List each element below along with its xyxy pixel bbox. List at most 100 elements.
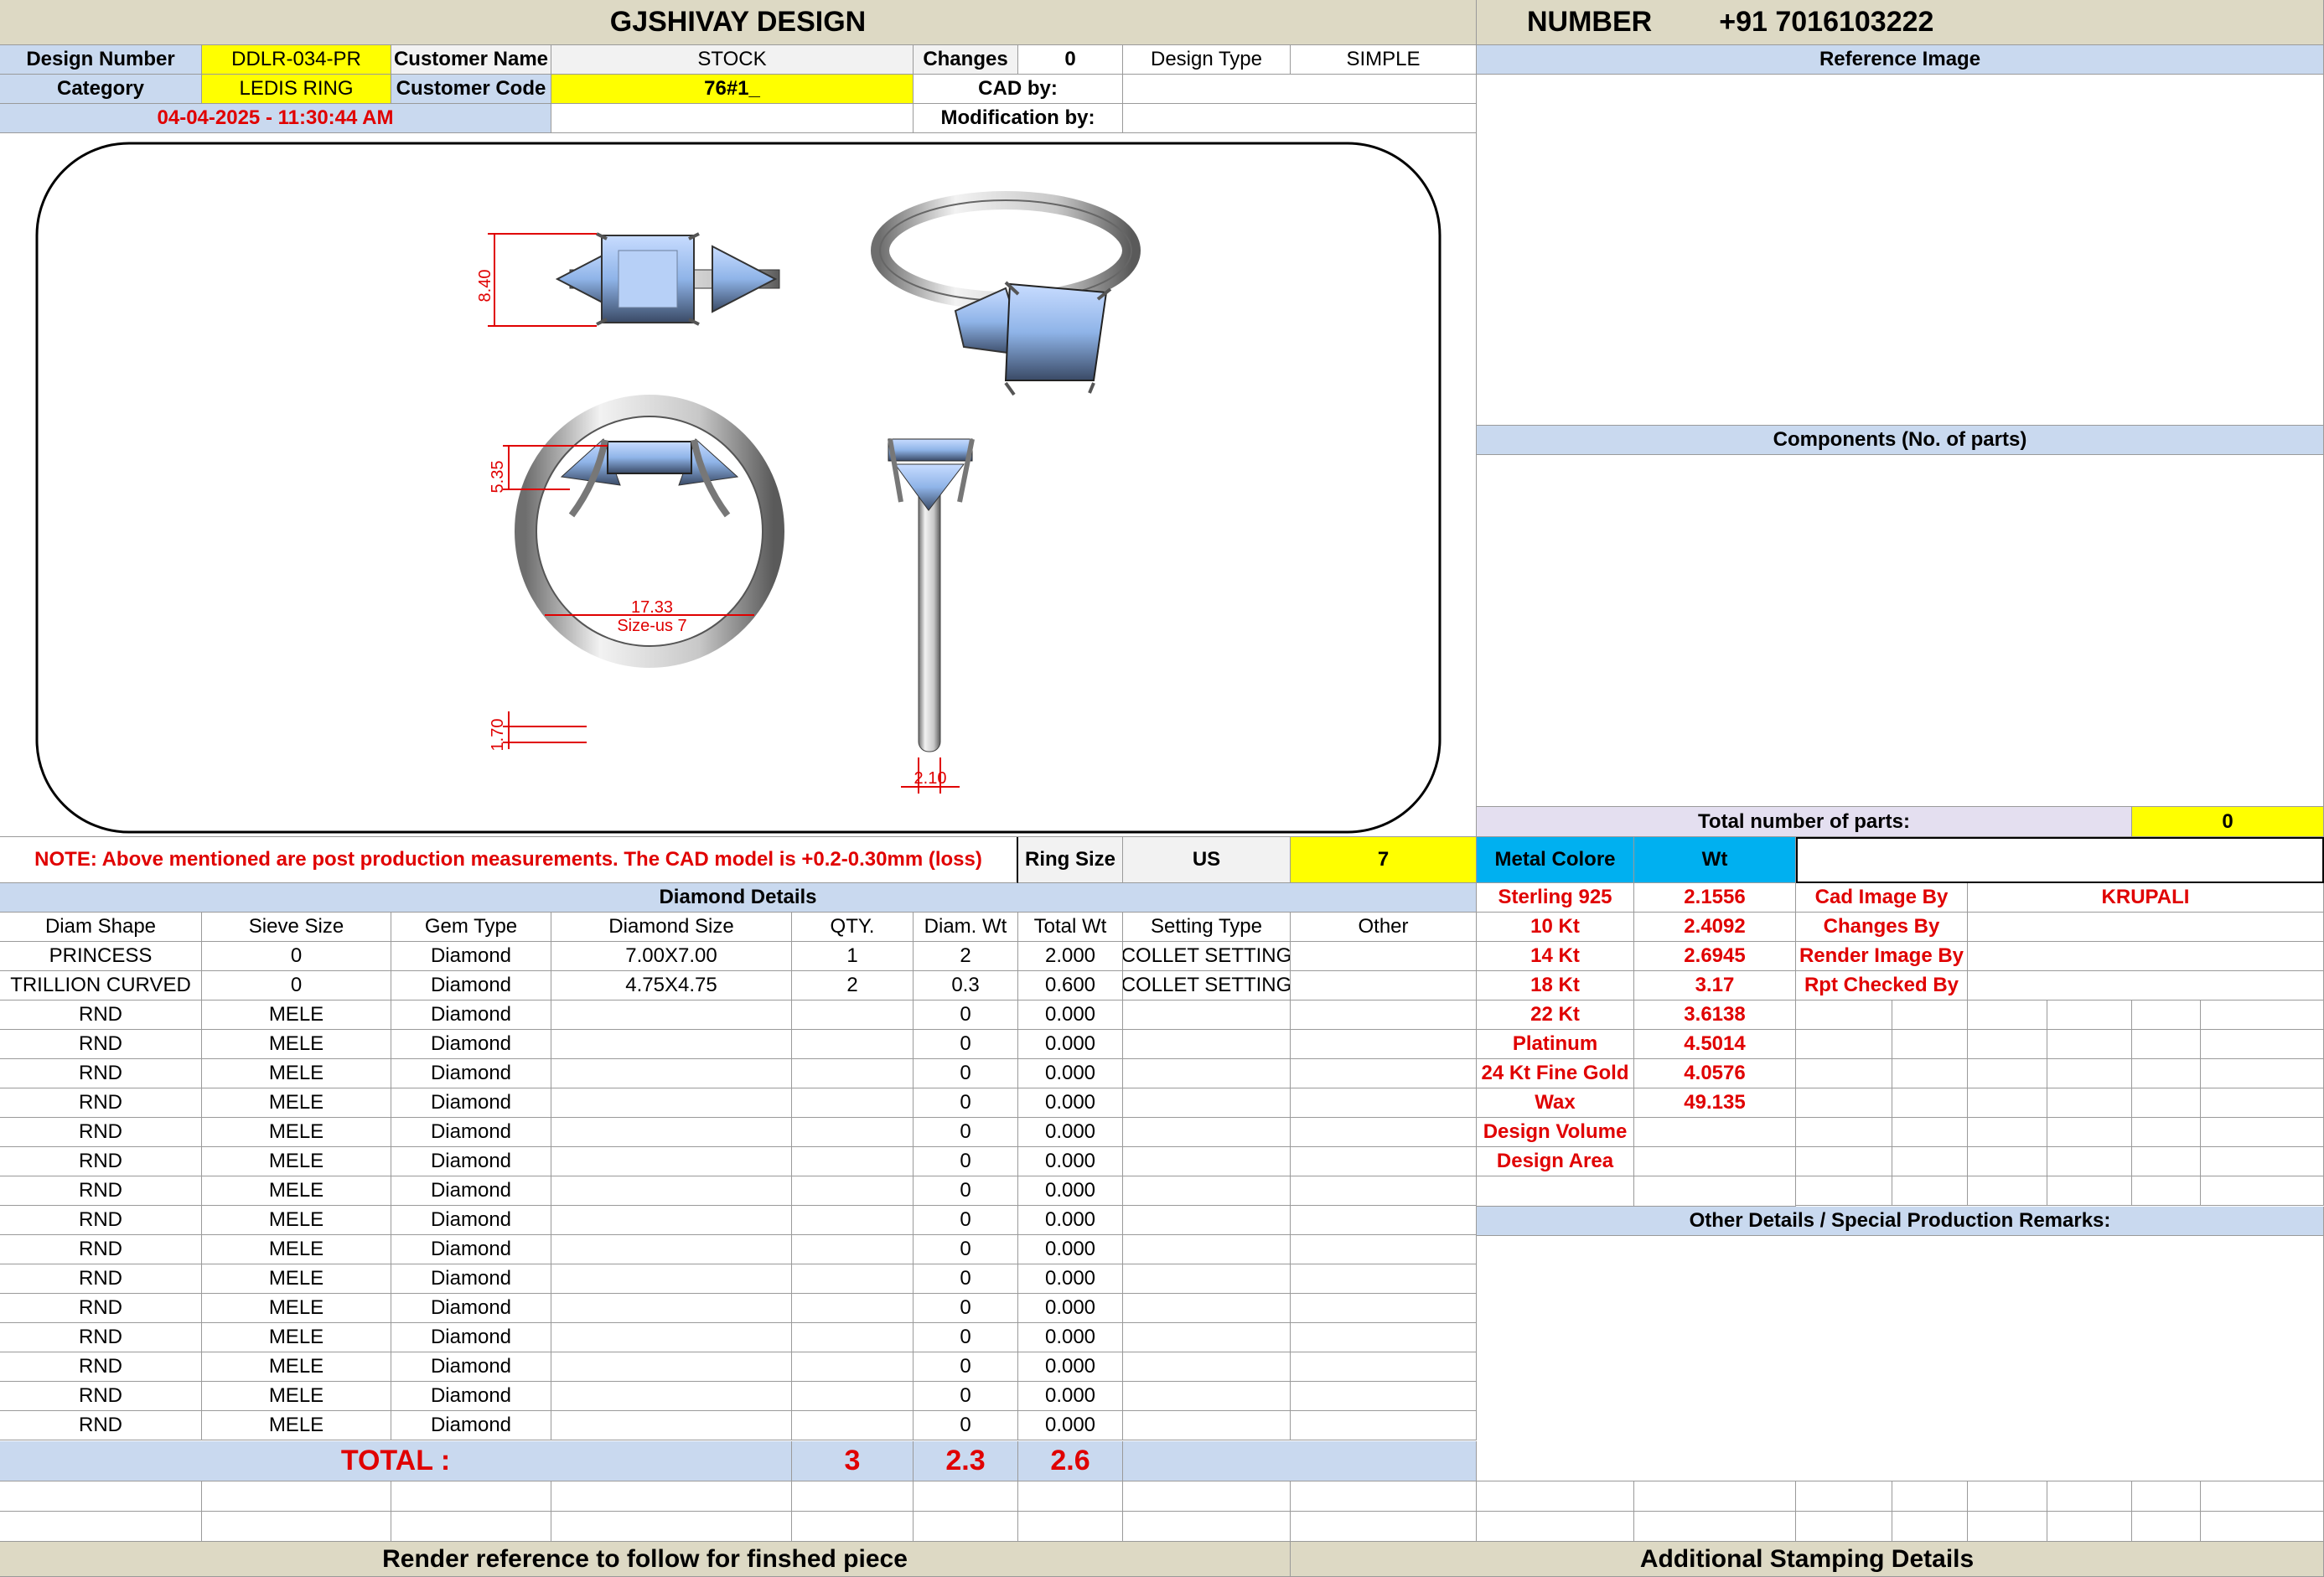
diamond-cell[interactable] [1123, 1352, 1291, 1382]
diamond-cell[interactable]: Diamond [391, 1323, 551, 1352]
diamond-cell[interactable]: 0 [914, 1176, 1018, 1206]
diamond-cell[interactable]: 0 [914, 1206, 1018, 1235]
diamond-cell[interactable]: MELE [202, 1294, 391, 1323]
customer-name-value[interactable]: STOCK [551, 45, 914, 75]
design-type-value[interactable]: SIMPLE [1291, 45, 1477, 75]
diamond-cell[interactable] [792, 1352, 914, 1382]
diamond-cell[interactable] [1123, 1294, 1291, 1323]
diamond-cell[interactable] [1123, 1118, 1291, 1147]
diamond-cell[interactable]: Diamond [391, 1147, 551, 1176]
diamond-cell[interactable] [1123, 1030, 1291, 1059]
diamond-cell[interactable]: 0 [914, 1323, 1018, 1352]
diamond-cell[interactable] [792, 1030, 914, 1059]
diamond-cell[interactable] [551, 1206, 792, 1235]
diamond-cell[interactable] [1123, 1176, 1291, 1206]
diamond-cell[interactable] [1291, 1059, 1477, 1088]
diamond-cell[interactable] [792, 1176, 914, 1206]
diamond-cell[interactable]: 0 [202, 971, 391, 1000]
diamond-cell[interactable]: 0.600 [1018, 971, 1123, 1000]
diamond-cell[interactable] [792, 1147, 914, 1176]
diamond-cell[interactable] [551, 1088, 792, 1118]
diamond-cell[interactable]: Diamond [391, 1118, 551, 1147]
diamond-cell[interactable]: RND [0, 1235, 202, 1264]
other-details-area[interactable] [1477, 1236, 2324, 1481]
diamond-cell[interactable]: RND [0, 1059, 202, 1088]
diamond-cell[interactable] [1291, 1030, 1477, 1059]
diamond-cell[interactable]: 0.000 [1018, 1059, 1123, 1088]
diamond-cell[interactable]: Diamond [391, 1382, 551, 1411]
diamond-cell[interactable] [792, 1294, 914, 1323]
diamond-cell[interactable] [1291, 1411, 1477, 1440]
diamond-cell[interactable]: 0.000 [1018, 1235, 1123, 1264]
diamond-cell[interactable]: Diamond [391, 1000, 551, 1030]
diamond-cell[interactable]: RND [0, 1264, 202, 1294]
diamond-cell[interactable] [1291, 1088, 1477, 1118]
diamond-cell[interactable]: MELE [202, 1206, 391, 1235]
ring-size-value[interactable]: 7 [1291, 837, 1477, 883]
diamond-cell[interactable]: Diamond [391, 942, 551, 971]
diamond-cell[interactable] [1291, 1382, 1477, 1411]
diamond-cell[interactable] [551, 1147, 792, 1176]
diamond-cell[interactable]: RND [0, 1118, 202, 1147]
diamond-cell[interactable] [1123, 1000, 1291, 1030]
diamond-cell[interactable]: 0.000 [1018, 1382, 1123, 1411]
diamond-cell[interactable]: 2.000 [1018, 942, 1123, 971]
diamond-cell[interactable]: Diamond [391, 1235, 551, 1264]
diamond-cell[interactable]: COLLET SETTING [1123, 971, 1291, 1000]
diamond-cell[interactable] [1123, 1206, 1291, 1235]
diamond-cell[interactable]: 0.000 [1018, 1088, 1123, 1118]
diamond-cell[interactable]: 0.000 [1018, 1118, 1123, 1147]
diamond-cell[interactable] [1291, 1323, 1477, 1352]
diamond-cell[interactable]: Diamond [391, 1176, 551, 1206]
diamond-cell[interactable]: Diamond [391, 1206, 551, 1235]
diamond-cell[interactable]: 0.000 [1018, 1000, 1123, 1030]
diamond-cell[interactable]: MELE [202, 1411, 391, 1440]
diamond-cell[interactable]: MELE [202, 1088, 391, 1118]
diamond-cell[interactable]: MELE [202, 1382, 391, 1411]
diamond-cell[interactable]: 1 [792, 942, 914, 971]
diamond-cell[interactable]: 2 [914, 942, 1018, 971]
diamond-cell[interactable] [551, 1411, 792, 1440]
diamond-cell[interactable]: Diamond [391, 1411, 551, 1440]
diamond-cell[interactable]: 0.000 [1018, 1147, 1123, 1176]
diamond-cell[interactable]: MELE [202, 1235, 391, 1264]
diamond-cell[interactable]: RND [0, 1352, 202, 1382]
diamond-cell[interactable]: 0 [914, 1382, 1018, 1411]
diamond-cell[interactable] [1123, 1059, 1291, 1088]
diamond-cell[interactable]: RND [0, 1323, 202, 1352]
diamond-cell[interactable] [551, 1059, 792, 1088]
diamond-cell[interactable] [1291, 1264, 1477, 1294]
diamond-cell[interactable] [1291, 1118, 1477, 1147]
diamond-cell[interactable] [551, 1176, 792, 1206]
diamond-cell[interactable]: Diamond [391, 1030, 551, 1059]
credit-value[interactable] [1968, 942, 2324, 971]
diamond-cell[interactable]: RND [0, 1176, 202, 1206]
diamond-cell[interactable]: 4.75X4.75 [551, 971, 792, 1000]
diamond-cell[interactable] [551, 1030, 792, 1059]
customer-code-value[interactable]: 76#1_ [551, 75, 914, 104]
diamond-cell[interactable] [551, 1323, 792, 1352]
diamond-cell[interactable] [551, 1264, 792, 1294]
diamond-cell[interactable]: 2 [792, 971, 914, 1000]
diamond-cell[interactable]: Diamond [391, 1294, 551, 1323]
diamond-cell[interactable] [1123, 1088, 1291, 1118]
diamond-cell[interactable] [1123, 1147, 1291, 1176]
diamond-cell[interactable]: RND [0, 1088, 202, 1118]
cad-by-value[interactable] [1123, 75, 1477, 104]
diamond-cell[interactable] [1291, 1352, 1477, 1382]
diamond-cell[interactable]: 0 [914, 1352, 1018, 1382]
diamond-cell[interactable]: MELE [202, 1352, 391, 1382]
diamond-cell[interactable] [1291, 1000, 1477, 1030]
diamond-cell[interactable]: 0.000 [1018, 1352, 1123, 1382]
diamond-cell[interactable]: MELE [202, 1147, 391, 1176]
diamond-cell[interactable] [551, 1382, 792, 1411]
credit-value[interactable] [1968, 913, 2324, 942]
diamond-cell[interactable]: RND [0, 1147, 202, 1176]
diamond-cell[interactable] [551, 1352, 792, 1382]
diamond-cell[interactable] [792, 1000, 914, 1030]
diamond-cell[interactable]: PRINCESS [0, 942, 202, 971]
diamond-cell[interactable] [792, 1411, 914, 1440]
diamond-cell[interactable]: Diamond [391, 1264, 551, 1294]
diamond-cell[interactable] [792, 1118, 914, 1147]
diamond-cell[interactable]: 0.000 [1018, 1206, 1123, 1235]
